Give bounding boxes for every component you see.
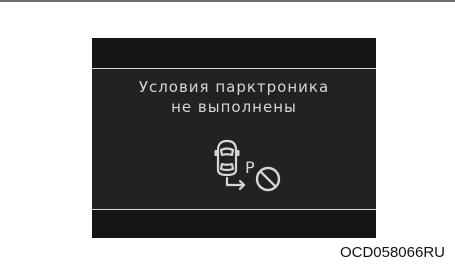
cluster-display: Условия парктроника не выполнены P bbox=[92, 38, 376, 238]
message-line-1: Условия парктроника bbox=[138, 78, 330, 96]
figure-code: OCD058066RU bbox=[339, 244, 445, 261]
parking-assist-unavailable-icon: P bbox=[214, 139, 281, 192]
display-top-divider bbox=[92, 68, 376, 69]
status-message: Условия парктроника не выполнены bbox=[92, 77, 376, 117]
display-bottom-bar bbox=[92, 210, 376, 238]
top-rule bbox=[0, 0, 455, 2]
message-line-2: не выполнены bbox=[171, 98, 297, 116]
parking-letter: P bbox=[245, 158, 255, 177]
display-top-bar bbox=[92, 38, 376, 68]
